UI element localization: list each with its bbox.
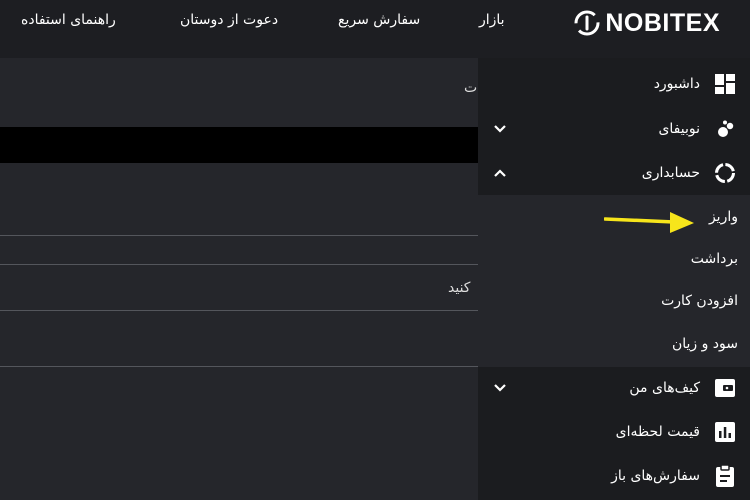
chevron-up-icon[interactable] [492, 165, 508, 181]
divider-line [0, 366, 478, 367]
nav-market[interactable]: بازار [479, 12, 505, 28]
sidebar: داشبورد نوبیفای حسابداری واریز برداشت اف… [478, 58, 750, 500]
sidebar-item-live-price[interactable]: قیمت لحظه‌ای [478, 417, 736, 447]
clipboard-icon [714, 465, 736, 487]
sidebar-item-label: داشبورد [653, 76, 700, 92]
nav-invite-friends[interactable]: دعوت از دوستان [180, 12, 278, 28]
sidebar-item-wallets[interactable]: کیف‌های من [478, 373, 736, 403]
sidebar-item-label: سفارش‌های باز [611, 468, 700, 484]
logo-text: NOBITEX [605, 8, 720, 37]
divider-line [0, 264, 478, 265]
nav-guide[interactable]: راهنمای استفاده [21, 12, 116, 28]
sidebar-item-accounting[interactable]: حسابداری [478, 158, 736, 188]
yellow-arrow-icon [604, 212, 694, 233]
submenu-item-add-card[interactable]: افزودن کارت [661, 293, 738, 309]
sidebar-item-label: کیف‌های من [629, 380, 700, 396]
wallet-icon [714, 377, 736, 399]
sidebar-item-label: حسابداری [641, 165, 700, 181]
sidebar-item-open-orders[interactable]: سفارش‌های باز [478, 461, 736, 491]
content-bar [0, 127, 478, 163]
price-chart-icon [714, 421, 736, 443]
divider-line [0, 310, 478, 311]
submenu-item-deposit[interactable]: واریز [709, 209, 738, 225]
divider-line [0, 235, 478, 236]
nobify-icon [714, 118, 736, 140]
sidebar-item-label: نوبیفای [658, 121, 700, 137]
submenu-item-withdraw[interactable]: برداشت [691, 251, 738, 267]
nav-quick-order[interactable]: سفارش سریع [338, 12, 420, 28]
chevron-down-icon[interactable] [492, 380, 508, 396]
nobitex-logo-icon [574, 10, 600, 36]
accounting-icon [714, 162, 736, 184]
top-navbar: NOBITEX بازار سفارش سریع دعوت از دوستان … [0, 0, 750, 58]
main-hint-fragment: کنید [448, 280, 471, 296]
sidebar-item-nobify[interactable]: نوبیفای [478, 114, 736, 144]
nobitex-logo[interactable]: NOBITEX [574, 8, 720, 38]
dashboard-icon [714, 73, 736, 95]
main-title-fragment: ت [464, 80, 478, 96]
sidebar-item-dashboard[interactable]: داشبورد [478, 69, 736, 99]
chevron-down-icon[interactable] [492, 121, 508, 137]
sidebar-item-label: قیمت لحظه‌ای [615, 424, 700, 440]
submenu-item-profit-loss[interactable]: سود و زیان [672, 336, 738, 352]
main-content: ت کنید [0, 58, 478, 500]
